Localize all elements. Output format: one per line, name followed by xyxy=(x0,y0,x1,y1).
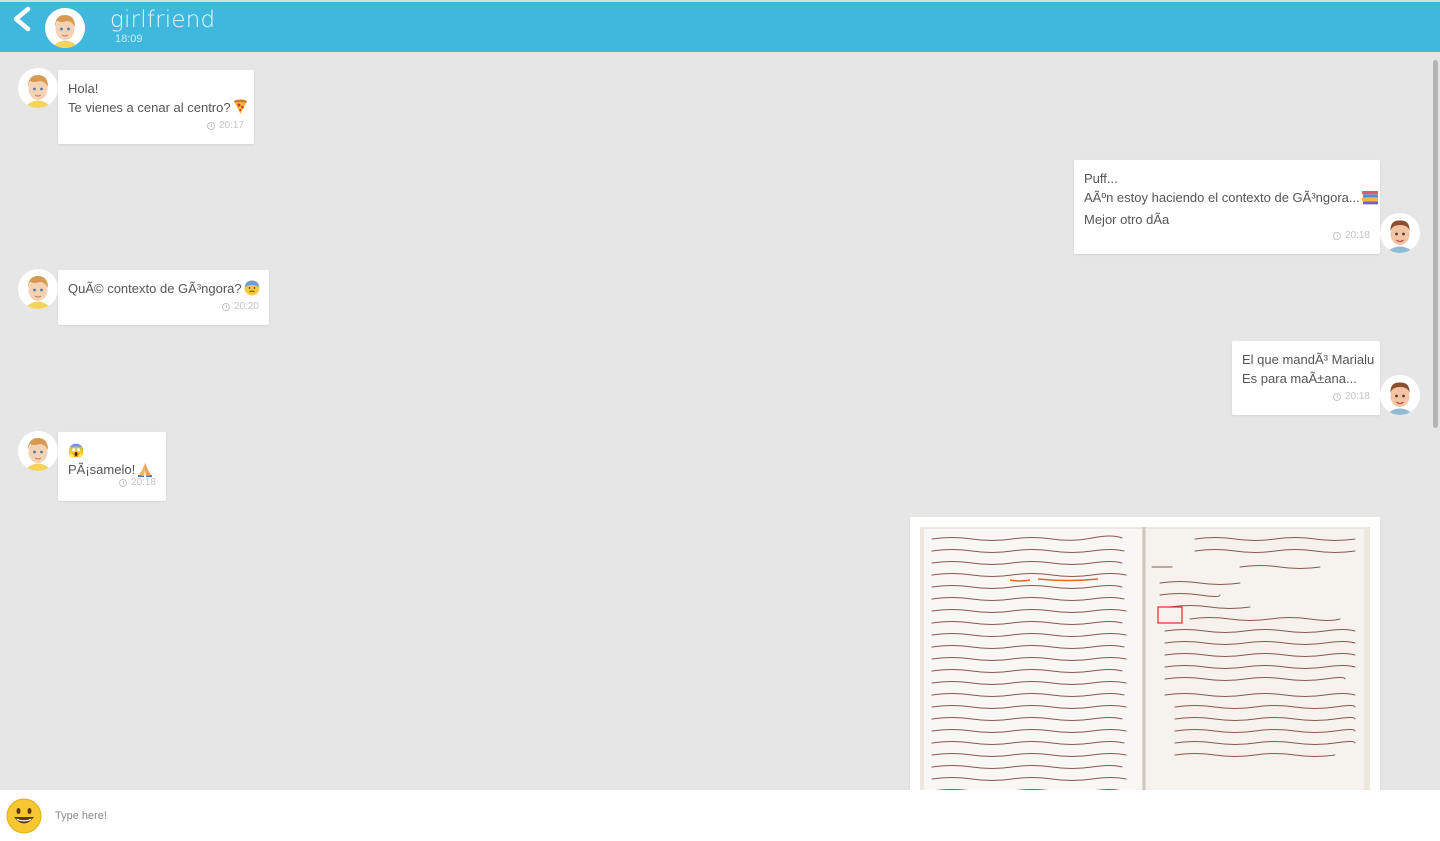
clock-icon xyxy=(221,302,230,311)
message-text: AÃºn estoy haciendo el contexto de GÃ³ng… xyxy=(1084,190,1360,205)
contact-avatar[interactable] xyxy=(45,8,85,48)
back-chevron-icon[interactable] xyxy=(10,5,36,35)
message-text: Hola! xyxy=(68,81,99,96)
my-avatar xyxy=(1380,213,1420,253)
message-bubble-received[interactable]: 😱 PÃ¡samelo! 20:18 xyxy=(58,432,166,501)
last-seen-time: 18:09 xyxy=(115,33,143,45)
message-bubble-received[interactable]: Hola! Te vienes a cenar al centro? 20:17 xyxy=(58,70,254,144)
message-text: Puff... xyxy=(1084,171,1118,186)
message-text: 😱 xyxy=(68,443,85,458)
chat-header: girlfriend 18:09 xyxy=(0,2,1440,52)
message-composer xyxy=(0,790,1440,841)
smiley-icon[interactable] xyxy=(6,798,42,834)
contact-avatar-small xyxy=(18,68,58,108)
message-timestamp: 20:20 xyxy=(221,297,259,316)
message-timestamp: 20:17 xyxy=(206,116,244,135)
message-bubble-sent[interactable]: El que mandÃ³ Marialu Es para maÃ±ana...… xyxy=(1232,341,1380,415)
message-text: QuÃ© contexto de GÃ³ngora? xyxy=(68,281,242,296)
contact-avatar-small xyxy=(18,269,58,309)
message-bubble-sent[interactable]: Puff... AÃºn estoy haciendo el contexto … xyxy=(1074,160,1380,254)
message-text: Es para maÃ±ana... xyxy=(1242,371,1357,386)
clock-icon xyxy=(1332,231,1341,240)
handwritten-notes-image[interactable] xyxy=(920,527,1370,790)
image-message-bubble[interactable] xyxy=(910,517,1380,790)
message-text: Mejor otro dÃa xyxy=(1084,212,1170,227)
clock-icon xyxy=(118,478,127,487)
message-text: El que mandÃ³ Marialu xyxy=(1242,352,1375,367)
clock-icon xyxy=(1332,392,1341,401)
contact-avatar-small xyxy=(18,431,58,471)
message-timestamp: 20:18 xyxy=(1332,387,1370,406)
message-bubble-received[interactable]: QuÃ© contexto de GÃ³ngora? 20:20 xyxy=(58,270,269,325)
message-list[interactable]: Hola! Te vienes a cenar al centro? 20:17… xyxy=(0,52,1440,790)
message-text: Te vienes a cenar al centro? xyxy=(68,100,231,115)
message-timestamp: 20:18 xyxy=(118,473,156,492)
message-input[interactable] xyxy=(55,804,1425,828)
clock-icon xyxy=(206,121,215,130)
my-avatar xyxy=(1380,375,1420,415)
books-icon xyxy=(1361,190,1378,210)
contact-name[interactable]: girlfriend xyxy=(110,7,215,33)
scrollbar-thumb[interactable] xyxy=(1433,60,1438,428)
message-timestamp: 20:18 xyxy=(1332,226,1370,245)
